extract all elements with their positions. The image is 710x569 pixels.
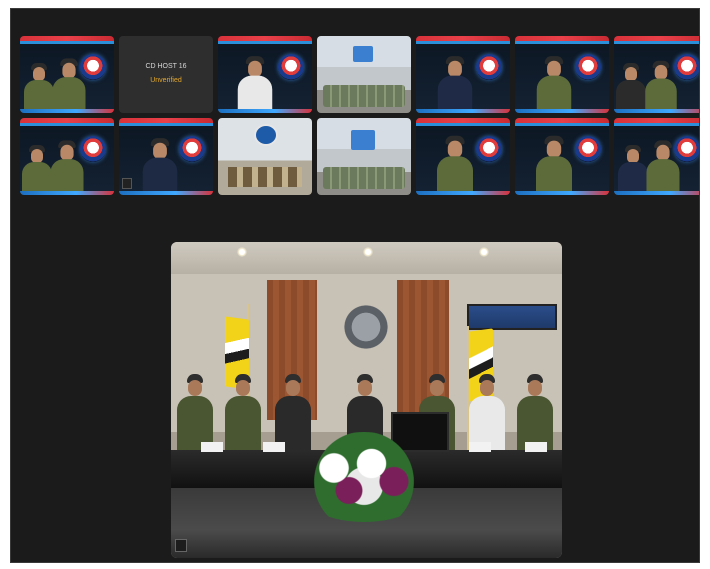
tile-top-stripe-blue — [614, 41, 699, 44]
tile-top-stripe-blue — [218, 41, 312, 44]
participant-figure — [437, 56, 473, 109]
rmaf-emblem-icon — [80, 136, 106, 162]
tile-bottom-stripe — [20, 109, 114, 113]
participant-tile[interactable] — [20, 118, 114, 195]
rmaf-emblem-icon — [674, 136, 699, 162]
tile-top-stripe-blue — [416, 41, 510, 44]
participant-figure — [142, 138, 178, 191]
tile-bottom-stripe — [119, 191, 213, 195]
ceiling-light — [363, 247, 373, 257]
tile-top-stripe-blue — [416, 123, 510, 126]
ceiling-light — [479, 247, 489, 257]
participant-tile-no-video[interactable]: CD HOST 16 Unverified — [119, 36, 213, 113]
tile-bottom-stripe — [20, 191, 114, 195]
tile-bottom-stripe — [614, 191, 699, 195]
video-conference-window: CD HOST 16 Unverified — [10, 8, 700, 563]
seated-officer — [517, 374, 553, 452]
seated-officer — [225, 374, 261, 452]
room-crowd — [228, 167, 302, 187]
room-banner — [351, 130, 375, 150]
participant-tile[interactable] — [614, 118, 699, 195]
rmaf-emblem-icon — [80, 54, 106, 80]
rmaf-emblem-icon — [575, 54, 601, 80]
participant-tile[interactable] — [416, 36, 510, 113]
participant-figure — [645, 60, 677, 109]
tile-top-stripe-blue — [20, 41, 114, 44]
participant-figure — [437, 135, 473, 191]
tile-bottom-stripe — [515, 109, 609, 113]
participant-figure — [536, 56, 572, 109]
room-crowd — [323, 167, 405, 189]
participant-tile[interactable] — [119, 118, 213, 195]
tile-bottom-stripe — [515, 191, 609, 195]
participant-figure — [618, 145, 648, 191]
participant-tile[interactable] — [515, 36, 609, 113]
nameplate — [201, 442, 223, 452]
tile-bottom-stripe — [416, 109, 510, 113]
rmaf-emblem-icon — [674, 54, 699, 80]
participant-figure — [237, 56, 273, 109]
participant-name: CD HOST 16 — [145, 63, 187, 70]
participant-figure — [22, 145, 52, 191]
unverified-status: Unverified — [150, 77, 182, 84]
nameplate — [469, 442, 491, 452]
rmaf-emblem-icon — [179, 136, 205, 162]
room-crowd — [323, 85, 405, 107]
active-speaker-video[interactable] — [171, 242, 562, 558]
rmaf-emblem-icon — [278, 54, 304, 80]
participant-tile[interactable] — [416, 118, 510, 195]
tile-index-icon — [122, 178, 132, 189]
tile-bottom-stripe — [218, 109, 312, 113]
tile-bottom-stripe — [614, 109, 699, 113]
tile-top-stripe-blue — [515, 41, 609, 44]
participant-tile[interactable] — [515, 118, 609, 195]
room-ceiling — [171, 242, 562, 274]
participant-figure — [616, 63, 646, 109]
rmaf-emblem-icon — [476, 54, 502, 80]
participant-tile[interactable] — [20, 36, 114, 113]
seated-officer — [177, 374, 213, 452]
seated-official — [275, 374, 311, 452]
tile-index-icon — [175, 539, 187, 552]
flower-arrangement — [289, 432, 439, 522]
participant-tile-room[interactable] — [317, 118, 411, 195]
nameplate — [525, 442, 547, 452]
tile-top-stripe-blue — [515, 123, 609, 126]
tile-top-stripe-blue — [20, 123, 114, 126]
rmaf-insignia-icon — [341, 302, 391, 352]
participant-tile[interactable] — [614, 36, 699, 113]
tile-bottom-stripe — [416, 191, 510, 195]
participant-figure — [50, 140, 84, 191]
wall-display — [467, 304, 557, 330]
participant-figure — [24, 63, 54, 109]
participant-gallery: CD HOST 16 Unverified — [20, 36, 699, 195]
tile-top-stripe-blue — [614, 123, 699, 126]
participant-tile-room[interactable] — [317, 36, 411, 113]
participant-tile[interactable] — [218, 36, 312, 113]
seated-officer — [469, 374, 505, 452]
rmaf-emblem-icon — [575, 136, 601, 162]
ceiling-light — [237, 247, 247, 257]
room-banner — [353, 46, 373, 62]
rmaf-emblem-icon — [476, 136, 502, 162]
nameplate — [263, 442, 285, 452]
tile-top-stripe-blue — [119, 123, 213, 126]
room-logo — [254, 124, 278, 146]
participant-figure — [536, 135, 572, 191]
participant-tile-room[interactable] — [218, 118, 312, 195]
